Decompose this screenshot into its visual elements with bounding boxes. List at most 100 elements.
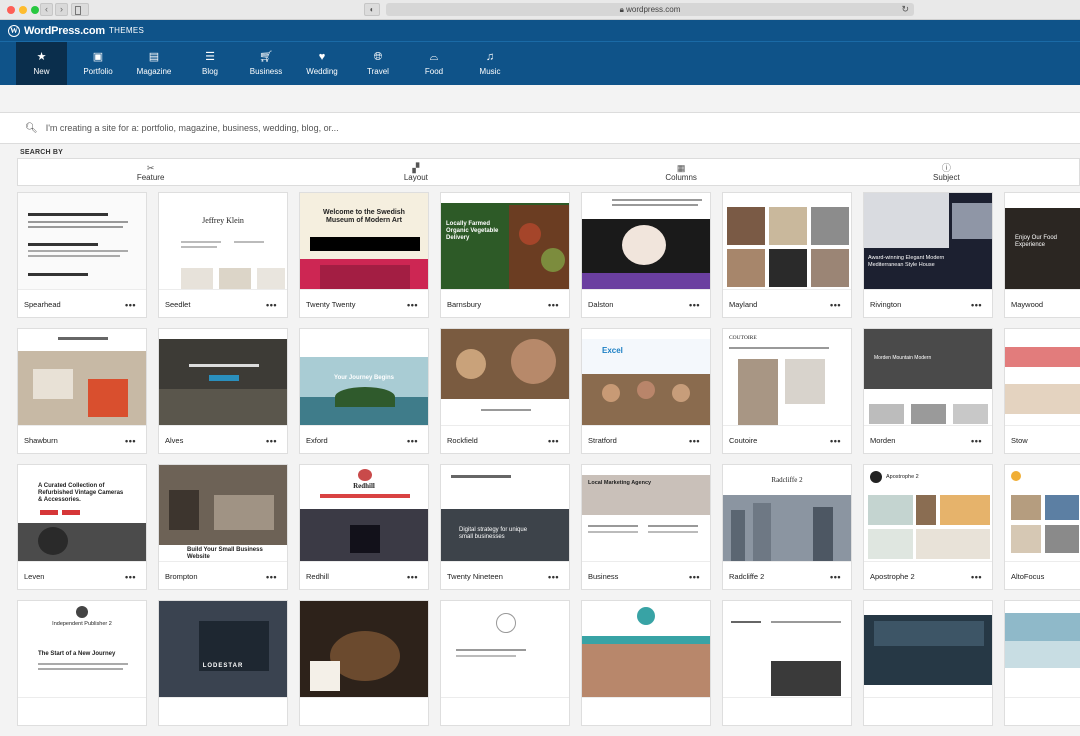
minimize-window-button[interactable] xyxy=(19,6,27,14)
theme-name[interactable]: Stow xyxy=(1011,436,1028,445)
theme-thumbnail[interactable]: COUTOIRE xyxy=(723,329,851,426)
reload-icon[interactable]: ↻ xyxy=(901,3,909,16)
theme-name[interactable]: Morden xyxy=(870,436,895,445)
theme-thumbnail[interactable] xyxy=(582,193,710,290)
more-options-icon[interactable]: ••• xyxy=(548,300,559,310)
theme-name[interactable]: Radcliffe 2 xyxy=(729,572,764,581)
theme-card[interactable]: Morden Mountain Modern Morden ••• xyxy=(863,328,993,454)
category-food[interactable]: ⌓ Food xyxy=(406,42,462,85)
category-music[interactable]: ♫ Music xyxy=(462,42,518,85)
theme-thumbnail[interactable] xyxy=(300,601,428,698)
theme-search-bar[interactable]: 🔍︎ I'm creating a site for a: portfolio,… xyxy=(0,112,1080,144)
theme-thumbnail[interactable]: Digital strategy for unique small busine… xyxy=(441,465,569,562)
theme-card[interactable] xyxy=(440,600,570,726)
theme-card[interactable]: LODESTAR xyxy=(158,600,288,726)
theme-card[interactable]: Alves ••• xyxy=(158,328,288,454)
theme-name[interactable]: Redhill xyxy=(306,572,329,581)
theme-card[interactable]: COUTOIRE Coutoire ••• xyxy=(722,328,852,454)
theme-name[interactable]: Coutoire xyxy=(729,436,757,445)
theme-name[interactable]: Leven xyxy=(24,572,44,581)
theme-card[interactable]: Independent Publisher 2 The Start of a N… xyxy=(17,600,147,726)
category-portfolio[interactable]: ▣ Portfolio xyxy=(70,42,126,85)
theme-thumbnail[interactable]: Award-winning Elegant Modern Mediterrane… xyxy=(864,193,992,290)
theme-thumbnail[interactable] xyxy=(441,601,569,698)
category-travel[interactable]: 🌐︎ Travel xyxy=(350,42,406,85)
theme-card[interactable]: Jeffrey Klein Seedlet ••• xyxy=(158,192,288,318)
more-options-icon[interactable]: ••• xyxy=(125,436,136,446)
theme-name[interactable]: AltoFocus xyxy=(1011,572,1044,581)
theme-name[interactable]: Shawburn xyxy=(24,436,58,445)
wordpress-logo-icon[interactable]: W xyxy=(8,24,20,37)
theme-name[interactable]: Barnsbury xyxy=(447,300,481,309)
theme-name[interactable]: Exford xyxy=(306,436,328,445)
theme-name[interactable]: Seedlet xyxy=(165,300,190,309)
theme-name[interactable]: Dalston xyxy=(588,300,613,309)
theme-thumbnail[interactable]: Enjoy Our Food Experience xyxy=(1005,193,1080,290)
forward-icon[interactable]: › xyxy=(55,3,68,16)
theme-card[interactable]: Digital strategy for unique small busine… xyxy=(440,464,570,590)
more-options-icon[interactable]: ••• xyxy=(830,436,841,446)
theme-thumbnail[interactable] xyxy=(18,193,146,290)
theme-card[interactable] xyxy=(863,600,993,726)
theme-name[interactable]: Twenty Nineteen xyxy=(447,572,503,581)
theme-card[interactable]: AltoFocus xyxy=(1004,464,1080,590)
category-blog[interactable]: ☰ Blog xyxy=(182,42,238,85)
more-options-icon[interactable]: ••• xyxy=(830,572,841,582)
theme-thumbnail[interactable]: Local Marketing Agency xyxy=(582,465,710,562)
privacy-shield-icon[interactable]: ◐ xyxy=(364,3,380,16)
theme-name[interactable]: Spearhead xyxy=(24,300,61,309)
filter-feature[interactable]: ✂ Feature xyxy=(18,159,283,185)
theme-name[interactable]: Apostrophe 2 xyxy=(870,572,915,581)
more-options-icon[interactable]: ••• xyxy=(266,300,277,310)
more-options-icon[interactable]: ••• xyxy=(689,300,700,310)
theme-thumbnail[interactable] xyxy=(1005,601,1080,698)
theme-card[interactable]: Shawburn ••• xyxy=(17,328,147,454)
theme-card[interactable]: Welcome to the Swedish Museum of Modern … xyxy=(299,192,429,318)
theme-thumbnail[interactable]: Excel xyxy=(582,329,710,426)
theme-thumbnail[interactable]: Locally Farmed Organic Vegetable Deliver… xyxy=(441,193,569,290)
theme-card[interactable]: Stow xyxy=(1004,328,1080,454)
more-options-icon[interactable]: ••• xyxy=(407,300,418,310)
theme-thumbnail[interactable] xyxy=(1005,329,1080,426)
theme-name[interactable]: Rivington xyxy=(870,300,901,309)
theme-thumbnail[interactable] xyxy=(723,193,851,290)
more-options-icon[interactable]: ••• xyxy=(266,572,277,582)
theme-thumbnail[interactable] xyxy=(159,329,287,426)
theme-thumbnail[interactable]: Jeffrey Klein xyxy=(159,193,287,290)
more-options-icon[interactable]: ••• xyxy=(971,572,982,582)
theme-card[interactable]: Award-winning Elegant Modern Mediterrane… xyxy=(863,192,993,318)
filter-columns[interactable]: ▦ Columns xyxy=(549,159,814,185)
more-options-icon[interactable]: ••• xyxy=(548,572,559,582)
theme-card[interactable]: Apostrophe 2 Apostrophe 2 ••• xyxy=(863,464,993,590)
theme-card[interactable]: Local Marketing Agency Business ••• xyxy=(581,464,711,590)
more-options-icon[interactable]: ••• xyxy=(266,436,277,446)
theme-card[interactable] xyxy=(299,600,429,726)
theme-thumbnail[interactable]: Morden Mountain Modern xyxy=(864,329,992,426)
more-options-icon[interactable]: ••• xyxy=(689,572,700,582)
search-input[interactable]: I'm creating a site for a: portfolio, ma… xyxy=(46,123,339,133)
theme-card[interactable]: Build Your Small Business Website Brompt… xyxy=(158,464,288,590)
sidebar-toggle-icon[interactable] xyxy=(71,3,89,16)
category-new[interactable]: ★ New xyxy=(16,42,67,85)
theme-thumbnail[interactable]: A Curated Collection of Refurbished Vint… xyxy=(18,465,146,562)
brand-name[interactable]: WordPress.com xyxy=(24,25,105,37)
theme-name[interactable]: Maywood xyxy=(1011,300,1043,309)
theme-card[interactable] xyxy=(1004,600,1080,726)
theme-thumbnail[interactable]: Radcliffe 2 xyxy=(723,465,851,562)
theme-card[interactable]: Redhill Redhill ••• xyxy=(299,464,429,590)
theme-name[interactable]: Business xyxy=(588,572,618,581)
more-options-icon[interactable]: ••• xyxy=(830,300,841,310)
theme-thumbnail[interactable] xyxy=(723,601,851,698)
theme-name[interactable]: Twenty Twenty xyxy=(306,300,355,309)
zoom-window-button[interactable] xyxy=(31,6,39,14)
theme-card[interactable] xyxy=(581,600,711,726)
theme-card[interactable]: Rockfield ••• xyxy=(440,328,570,454)
more-options-icon[interactable]: ••• xyxy=(689,436,700,446)
theme-card[interactable] xyxy=(722,600,852,726)
category-wedding[interactable]: ♥ Wedding xyxy=(294,42,350,85)
theme-thumbnail[interactable] xyxy=(18,329,146,426)
theme-name[interactable]: Alves xyxy=(165,436,183,445)
more-options-icon[interactable]: ••• xyxy=(407,572,418,582)
theme-thumbnail[interactable]: Redhill xyxy=(300,465,428,562)
category-magazine[interactable]: ▤ Magazine xyxy=(126,42,182,85)
